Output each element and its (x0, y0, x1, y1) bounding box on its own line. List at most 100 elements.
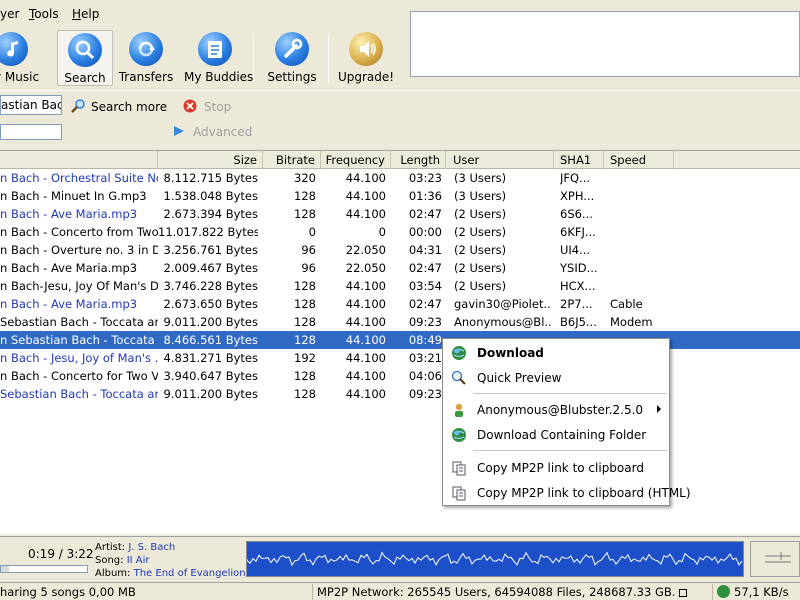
cell-bitrate: 128 (294, 315, 316, 329)
menu-help-label: elp (81, 7, 100, 21)
advanced-button[interactable]: Advanced (172, 124, 252, 139)
table-row[interactable]: n Bach - Ave Maria.mp3 2.009.467 Bytes 96 2… (0, 259, 800, 277)
table-row[interactable]: n Sebastian Bach - Toccata a... 8.466.561… (0, 331, 800, 349)
cell-sha1: JFQ... (560, 171, 591, 185)
cell-size: 8.112.715 Bytes (163, 171, 258, 185)
menu-player[interactable]: yer (0, 7, 19, 21)
cell-user: (2 Users) (454, 279, 507, 293)
column-header-size[interactable]: Size (158, 151, 263, 169)
cell-freq: 22.050 (345, 243, 386, 257)
menu-help-accel: H (72, 7, 82, 21)
table-row[interactable]: n Bach - Jesu, Joy of Man's ... 4.831.271… (0, 349, 800, 367)
cell-user: (2 Users) (454, 243, 507, 257)
menu-item-download[interactable]: Download (443, 342, 669, 364)
cell-bitrate: 128 (294, 189, 316, 203)
column-header-bitrate[interactable]: Bitrate (263, 151, 321, 169)
column-header-speed[interactable]: Speed (604, 151, 674, 169)
search-input[interactable]: astian Bach (0, 95, 62, 115)
search-button[interactable]: Search (57, 30, 113, 86)
stop-button[interactable]: Stop (183, 99, 231, 114)
song-value: II Air (126, 555, 150, 566)
table-row[interactable]: n Bach - Overture no. 3 in D... 3.256.761… (0, 241, 800, 259)
cell-length: 02:47 (408, 207, 442, 221)
table-row[interactable]: n Bach - Ave Maria.mp3 2.673.394 Bytes 128… (0, 205, 800, 223)
cell-size: 8.466.561 Bytes (163, 333, 258, 347)
menu-item-copy-link[interactable]: Copy MP2P link to clipboard (443, 457, 669, 479)
cell-user: Anonymous@Bl... (454, 315, 552, 329)
cell-name: n Bach - Overture no. 3 in D... (0, 243, 158, 257)
column-header-length[interactable]: Length (391, 151, 446, 169)
cell-freq: 44.100 (345, 369, 386, 383)
table-row[interactable]: n Bach - Ave Maria.mp3 2.673.650 Bytes 128… (0, 295, 800, 313)
menu-tools[interactable]: Tools (29, 7, 59, 21)
search-bar: astian Bach Search more Stop Advanced (0, 90, 800, 148)
status-speed-value: 57,1 KB/s (734, 585, 789, 599)
status-bar: haring 5 songs 0,00 MB MP2P Network: 265… (0, 582, 800, 600)
menu-tools-label: ools (34, 7, 59, 21)
cell-freq: 44.100 (345, 189, 386, 203)
cell-user: (3 Users) (454, 171, 507, 185)
cell-name: n Bach - Orchestral Suite No... (0, 171, 158, 185)
table-header: Size Bitrate Frequency Length User SHA1 … (0, 151, 800, 169)
cell-bitrate: 128 (294, 387, 316, 401)
menu-item-user-label: Anonymous@Blubster.2.5.0 (477, 403, 644, 417)
menu-item-copy-link-html[interactable]: Copy MP2P link to clipboard (HTML) (443, 482, 691, 504)
table-row[interactable]: n Bach - Orchestral Suite No... 8.112.715… (0, 169, 800, 187)
equalizer-box[interactable] (750, 541, 800, 577)
search-filter-input[interactable] (0, 124, 62, 140)
upgrade-button[interactable]: Upgrade! (336, 30, 396, 86)
toolbar-separator (253, 34, 254, 82)
cell-name: n Bach - Jesu, Joy of Man's ... (0, 351, 158, 365)
cell-sha1: UI4... (560, 243, 591, 257)
status-network: MP2P Network: 265545 Users, 64594088 Fil… (313, 584, 713, 600)
cell-bitrate: 128 (294, 369, 316, 383)
menu-item-user[interactable]: Anonymous@Blubster.2.5.0 (443, 399, 669, 421)
cell-bitrate: 192 (294, 351, 316, 365)
main-toolbar: y Music Search Transfers My Buddies Sett… (0, 28, 410, 88)
menu-help[interactable]: Help (72, 7, 99, 21)
table-row[interactable]: n Bach-Jesu, Joy Of Man's D... 3.746.228 … (0, 277, 800, 295)
cell-size: 2.009.467 Bytes (163, 261, 258, 275)
my-buddies-button[interactable]: My Buddies (184, 30, 253, 86)
menu-item-quick-preview[interactable]: Quick Preview (443, 367, 669, 389)
menu-separator (473, 393, 667, 394)
cell-length: 08:49 (408, 333, 442, 347)
column-header-user[interactable]: User (446, 151, 554, 169)
globe-folder-icon (451, 427, 467, 443)
my-music-button[interactable]: y Music (0, 30, 40, 86)
preview-magnifier-icon (451, 370, 467, 386)
menu-player-label: yer (0, 7, 20, 21)
cell-bitrate: 320 (294, 171, 316, 185)
artist-value: J. S. Bach (128, 542, 176, 553)
cell-user: (3 Users) (454, 189, 507, 203)
my-music-label: y Music (0, 70, 40, 84)
cell-sha1: 6KFJ... (560, 225, 596, 239)
cell-sha1: 2P7... (560, 297, 593, 311)
table-row[interactable]: n Bach - Concerto from Two ... 11.017.822… (0, 223, 800, 241)
cell-size: 9.011.200 Bytes (163, 315, 258, 329)
table-row[interactable]: n Bach - Concerto for Two Vi... 3.940.647… (0, 367, 800, 385)
player-progress-bar[interactable] (0, 565, 88, 573)
table-row[interactable]: Sebastian Bach - Toccata an... 9.011.200 … (0, 313, 800, 331)
stop-icon (183, 99, 199, 113)
search-more-button[interactable]: Search more (70, 99, 167, 114)
transfers-button[interactable]: Transfers (118, 30, 174, 86)
clipboard-html-icon (451, 485, 467, 501)
table-row[interactable]: n Bach - Minuet In G.mp3 1.538.048 Bytes 1… (0, 187, 800, 205)
cell-sha1: YSID... (560, 261, 598, 275)
cell-freq: 44.100 (345, 171, 386, 185)
menu-item-download-folder[interactable]: Download Containing Folder (443, 424, 669, 446)
column-header-sha1[interactable]: SHA1 (554, 151, 604, 169)
waveform-visualizer (246, 541, 744, 577)
cell-name: Sebastian Bach - Toccata an... (0, 315, 158, 329)
waveform-line (246, 551, 743, 567)
cell-sha1: HCX... (560, 279, 596, 293)
column-header-name[interactable] (0, 151, 158, 169)
buddies-icon (198, 32, 232, 66)
menu-item-download-label: Download (477, 346, 544, 360)
table-row[interactable]: Sebastian Bach - Toccata an... 9.011.200 … (0, 385, 800, 403)
cell-size: 2.673.650 Bytes (163, 297, 258, 311)
column-header-frequency[interactable]: Frequency (321, 151, 391, 169)
settings-button[interactable]: Settings (264, 30, 320, 86)
search-more-label: Search more (91, 100, 168, 114)
